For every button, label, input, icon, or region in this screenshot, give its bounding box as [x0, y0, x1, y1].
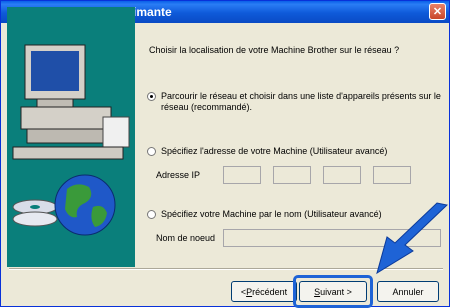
- radio-node-name[interactable]: [147, 210, 156, 219]
- option-browse[interactable]: Parcourir le réseau et choisir dans une …: [147, 91, 441, 113]
- radio-browse[interactable]: [147, 92, 156, 101]
- setup-illustration: [7, 7, 135, 267]
- ip-octet-4[interactable]: [373, 166, 411, 184]
- back-button[interactable]: < Précédent: [231, 281, 297, 302]
- close-icon: ✕: [432, 6, 443, 18]
- option-node-name[interactable]: Spécifiez votre Machine par le nom (Util…: [147, 209, 382, 220]
- option-ip-label[interactable]: Spécifiez l'adresse de votre Machine (Ut…: [161, 146, 387, 157]
- option-ip-address[interactable]: Spécifiez l'adresse de votre Machine (Ut…: [147, 146, 387, 157]
- option-node-name-label[interactable]: Spécifiez votre Machine par le nom (Util…: [161, 209, 382, 220]
- ip-octet-1[interactable]: [223, 166, 261, 184]
- ip-octet-3[interactable]: [323, 166, 361, 184]
- pointer-arrow-icon: [376, 202, 449, 275]
- globe-icon: [54, 174, 116, 236]
- option-browse-label[interactable]: Parcourir le réseau et choisir dans une …: [161, 91, 441, 113]
- node-name-label: Nom de noeud: [156, 233, 216, 243]
- location-prompt: Choisir la localisation de votre Machine…: [149, 45, 400, 55]
- dialog-window: Sélectionner une imprimante ✕ Choisir la…: [0, 0, 450, 308]
- close-button[interactable]: ✕: [429, 3, 446, 20]
- cancel-button[interactable]: Annuler: [377, 281, 439, 302]
- ip-octet-2[interactable]: [273, 166, 311, 184]
- ip-address-label: Adresse IP: [156, 170, 201, 180]
- radio-ip-address[interactable]: [147, 147, 156, 156]
- next-button-highlight: [293, 275, 373, 308]
